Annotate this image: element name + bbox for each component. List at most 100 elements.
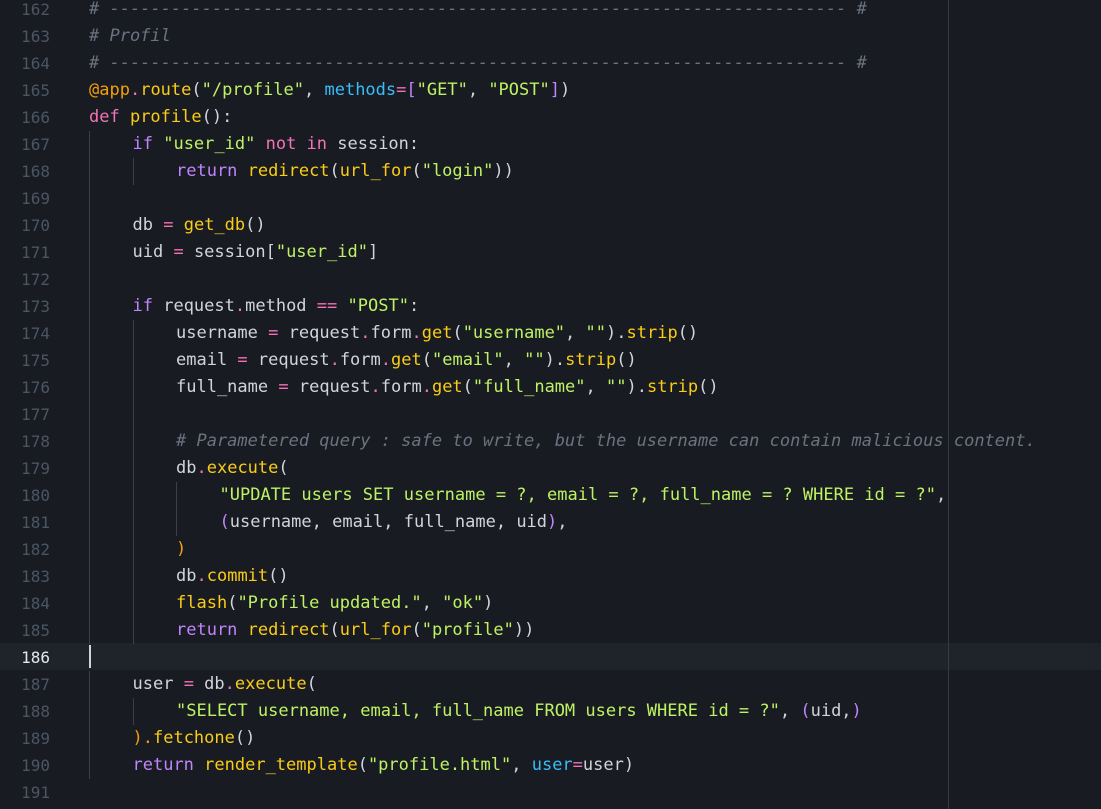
code-token: "username" (462, 323, 566, 343)
code-token: , (557, 512, 568, 532)
code-token: if (132, 134, 164, 154)
code-token: url_for (339, 620, 412, 640)
code-token: ( (462, 377, 473, 397)
code-editor[interactable]: 162 163 164 165 166 167 168 169 170 171 172 173 174 1… (0, 0, 1101, 809)
code-token: form (339, 350, 381, 370)
code-token: = (237, 350, 248, 370)
code-line: "UPDATE users SET username = ?, email = … (220, 482, 947, 509)
code-token: "full_name" (472, 377, 586, 397)
indent-guide (132, 320, 134, 644)
code-token: profile (129, 107, 202, 127)
code-token: ). (626, 377, 647, 397)
line-number: 186 (21, 648, 50, 667)
code-token: . (380, 350, 392, 370)
line-number: 167 (21, 135, 50, 154)
code-token: return (132, 755, 205, 775)
code-line: db.execute( (176, 455, 289, 482)
code-token: = (173, 242, 184, 262)
code-token: request (247, 350, 330, 370)
code-token: , (304, 80, 325, 100)
code-token: form (370, 323, 412, 343)
line-number: 168 (21, 162, 50, 181)
code-line: if request.method == "POST": (133, 293, 420, 320)
code-token: ( (219, 512, 230, 532)
code-token: route (140, 80, 192, 100)
code-line: "SELECT username, email, full_name FROM … (176, 698, 862, 725)
line-number: 175 (21, 351, 50, 370)
code-token: ( (800, 701, 811, 721)
indent-guide (176, 482, 177, 536)
code-token: strip (565, 350, 617, 370)
code-token: request (278, 323, 361, 343)
code-token: uid, (810, 701, 852, 721)
code-token: = (163, 215, 174, 235)
code-token: () (616, 350, 637, 370)
line-number-gutter: 162 163 164 165 166 167 168 169 170 171 172 173 174 1… (0, 0, 62, 809)
code-token: (): (201, 107, 233, 127)
code-token: strip (626, 323, 678, 343)
code-token: ( (452, 323, 463, 343)
code-token: get (391, 350, 422, 370)
code-area[interactable]: # --------------------------------------… (89, 0, 1101, 809)
code-token: . (196, 566, 207, 586)
line-number: 164 (21, 54, 50, 73)
code-token: ( (227, 593, 238, 613)
code-token: uid (132, 242, 174, 262)
code-token: )) (493, 161, 514, 181)
code-token: , (503, 350, 525, 370)
code-line: ) (176, 536, 186, 563)
code-token: form (380, 377, 422, 397)
code-token: ] (549, 80, 560, 100)
code-token: ( (278, 458, 289, 478)
code-token: "" (585, 323, 607, 343)
code-line: return redirect(url_for("profile")) (176, 617, 534, 644)
code-token: "email" (431, 350, 504, 370)
code-token: @app (89, 80, 130, 100)
code-token: username (176, 323, 269, 343)
code-token: method (245, 296, 317, 316)
code-line: return redirect(url_for("login")) (176, 158, 514, 185)
code-token: db (193, 674, 225, 694)
line-number: 165 (21, 81, 50, 100)
code-token: , (585, 377, 606, 397)
code-token: "GET" (416, 80, 468, 100)
code-token: () (698, 377, 719, 397)
code-line: # Profil (89, 23, 171, 50)
code-token: ( (421, 350, 432, 370)
code-token: "POST" (347, 296, 409, 316)
code-line: if "user_id" not in session: (133, 131, 420, 158)
line-number: 172 (21, 270, 50, 289)
code-line: @app.route("/profile", methods=["GET", "… (89, 77, 570, 104)
code-token: def (89, 107, 130, 127)
line-number: 184 (21, 594, 50, 613)
code-token: () (234, 728, 256, 748)
code-token: "Profile updated." (237, 593, 422, 613)
line-number: 181 (21, 513, 50, 532)
code-token: ). (132, 728, 153, 748)
code-line: user = db.execute( (133, 671, 317, 698)
code-token: ). (606, 323, 627, 343)
code-line: def profile(): (89, 104, 232, 131)
code-token: db (132, 215, 164, 235)
code-token: db (176, 458, 197, 478)
code-line: ).fetchone() (133, 725, 256, 752)
line-number: 179 (21, 459, 50, 478)
code-line: full_name = request.form.get("full_name"… (176, 374, 719, 401)
code-token: flash (176, 593, 228, 613)
code-token: commit (206, 566, 269, 586)
code-token: "user_id" (275, 242, 368, 262)
line-number: 166 (21, 108, 50, 127)
line-number: 182 (21, 540, 50, 559)
code-token: "profile.html" (367, 755, 512, 775)
line-number: 162 (21, 0, 50, 19)
code-token: == (316, 296, 338, 316)
code-token: execute (206, 458, 279, 478)
code-token: . (129, 80, 141, 100)
line-number: 173 (21, 297, 50, 316)
line-number: 185 (21, 621, 50, 640)
code-token: request (288, 377, 371, 397)
code-token: strip (646, 377, 699, 397)
